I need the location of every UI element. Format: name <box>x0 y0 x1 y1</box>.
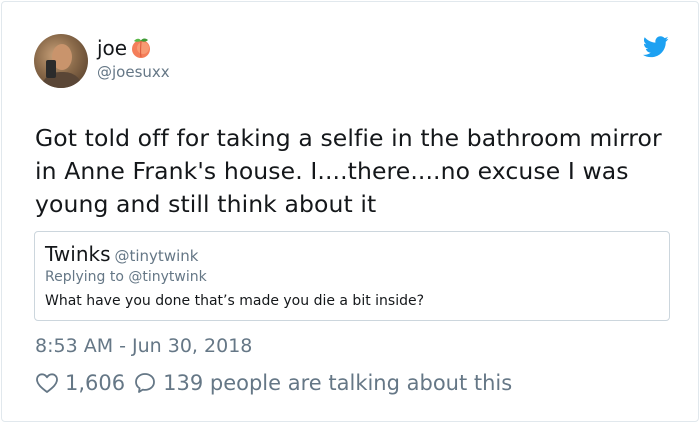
tweet-timestamp[interactable]: 8:53 AM - Jun 30, 2018 <box>35 335 252 357</box>
quoted-author: Twinks @tinytwink <box>45 242 198 268</box>
author-name-text: joe <box>97 36 128 60</box>
speech-bubble-icon[interactable] <box>133 371 157 395</box>
quoted-author-handle: @tinytwink <box>114 247 199 265</box>
avatar[interactable] <box>34 34 88 88</box>
tweet-actions: 1,606 139 people are talking about this <box>35 370 512 396</box>
quoted-author-name: Twinks <box>45 242 111 266</box>
twitter-bird-icon[interactable] <box>643 36 669 58</box>
like-count[interactable]: 1,606 <box>65 371 125 395</box>
author-name[interactable]: joe <box>97 35 153 60</box>
author-handle[interactable]: @joesuxx <box>97 62 170 82</box>
quoted-replying-to: Replying to @tinytwink <box>45 269 207 285</box>
peach-emoji-icon <box>132 38 151 58</box>
tweet-text: Got told off for taking a selfie in the … <box>35 124 662 218</box>
quoted-tweet[interactable]: Twinks @tinytwink Replying to @tinytwink … <box>34 231 670 321</box>
heart-icon[interactable] <box>35 371 59 395</box>
quoted-text: What have you done that’s made you die a… <box>45 293 425 309</box>
talking-about-count[interactable]: 139 people are talking about this <box>163 371 512 395</box>
avatar-phone <box>46 60 56 78</box>
tweet-card: joe @joesuxx Got told off for taking a s… <box>1 1 699 422</box>
